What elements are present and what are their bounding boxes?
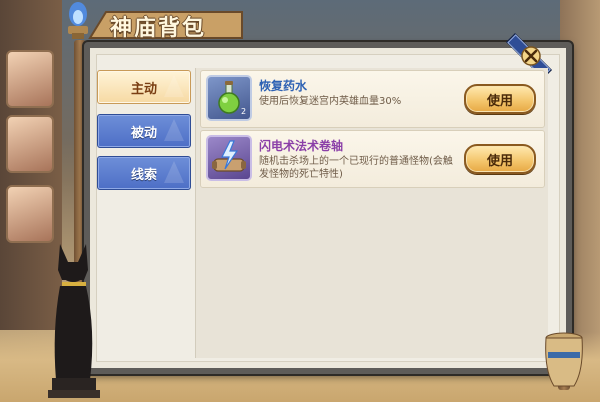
background-portrait — [6, 50, 54, 108]
item-description: 随机击杀场上的一个已现行的普通怪物(会触发怪物的死亡特性) — [259, 156, 453, 180]
use-button-label: 使用 — [486, 153, 513, 169]
cat-statue-icon — [48, 244, 100, 398]
item-name: 恢复药水 — [259, 79, 308, 93]
tab-label: 线索 — [130, 167, 157, 183]
tab-active-items[interactable]: 主动 — [97, 70, 191, 104]
lightning-scroll-icon — [206, 135, 252, 181]
tab-label: 主动 — [130, 81, 157, 97]
tab-passive-items[interactable]: 被动 — [97, 114, 191, 148]
item-name: 闪电术法术卷轴 — [259, 139, 344, 153]
list-item-recovery-potion: 2 恢复药水 使用后恢复迷宫内英雄血量30% 使用 — [200, 70, 545, 128]
list-item-lightning-scroll: 闪电术法术卷轴 随机击杀场上的一个已现行的普通怪物(会触发怪物的死亡特性) 使用 — [200, 130, 545, 188]
urn-icon — [545, 332, 583, 387]
use-button-label: 使用 — [486, 93, 513, 109]
window-title: 神庙背包 — [110, 16, 207, 41]
background-portrait — [6, 115, 54, 173]
use-button[interactable]: 使用 — [464, 84, 536, 114]
item-description: 使用后恢复迷宫内英雄血量30% — [259, 96, 402, 107]
background-portrait — [6, 185, 54, 243]
tab-clues[interactable]: 线索 — [97, 156, 191, 190]
close-icon — [521, 46, 541, 66]
tab-label: 被动 — [130, 125, 157, 141]
item-quantity: 2 — [241, 107, 247, 116]
use-button[interactable]: 使用 — [464, 144, 536, 174]
